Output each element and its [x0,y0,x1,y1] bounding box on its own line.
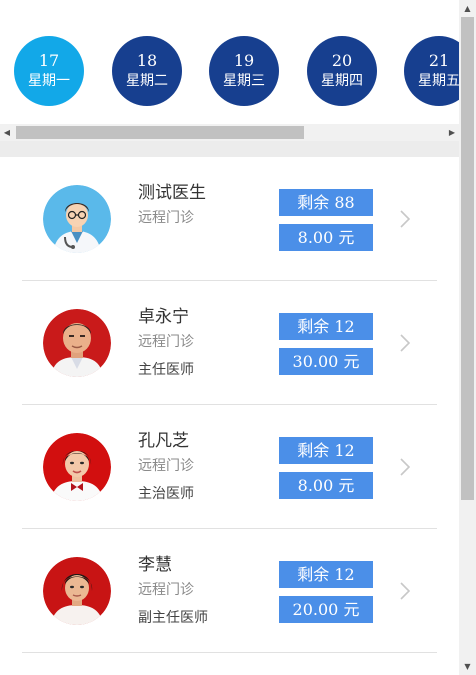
slot-info: 剩余 12 30.00 元 [279,313,373,375]
remaining-badge: 剩余 88 [279,189,373,216]
doctor-row[interactable]: 卓永宁 远程门诊 主任医师 剩余 12 30.00 元 [22,281,437,405]
doctor-department: 远程门诊 [138,458,194,474]
chevron-right-icon[interactable] [399,209,411,229]
date-weekday: 星期五 [418,73,459,89]
date-weekday: 星期四 [321,73,363,89]
doctor-avatar [43,309,111,377]
date-item-20[interactable]: 20 星期四 [307,36,377,106]
date-weekday: 星期一 [28,73,70,89]
doctor-department: 远程门诊 [138,582,194,598]
chevron-right-icon[interactable] [399,457,411,477]
date-day: 19 [233,51,255,70]
remaining-badge: 剩余 12 [279,437,373,464]
doctor-row[interactable]: 孔凡芝 远程门诊 主治医师 剩余 12 8.00 元 [22,405,437,529]
doctor-avatar [43,185,111,253]
doctor-name: 李慧 [138,555,172,575]
doctor-row[interactable]: 李慧 远程门诊 副主任医师 剩余 12 20.00 元 [22,529,437,653]
male-doctor-photo-icon [43,309,111,377]
date-day: 21 [428,51,450,70]
female-doctor-photo-icon [43,557,111,625]
chevron-right-icon[interactable] [399,581,411,601]
section-divider [0,141,459,157]
date-item-17[interactable]: 17 星期一 [14,36,84,106]
scroll-down-icon[interactable]: ▼ [459,658,476,675]
doctor-department: 远程门诊 [138,334,194,350]
remaining-badge: 剩余 12 [279,561,373,588]
schedule-page: 17 星期一 18 星期二 19 星期三 20 星期四 21 星期五 ◀ ▶ 测… [0,0,459,675]
doctor-list: 测试医生 远程门诊 剩余 88 8.00 元 卓永宁 远程门诊 主任医师 剩余 … [0,157,459,653]
remaining-badge: 剩余 12 [279,313,373,340]
date-weekday: 星期二 [126,73,168,89]
doctor-name: 孔凡芝 [138,431,189,451]
date-selector: 17 星期一 18 星期二 19 星期三 20 星期四 21 星期五 [0,0,459,124]
female-doctor-photo-icon [43,433,111,501]
doctor-name: 测试医生 [138,183,206,203]
doctor-row[interactable]: 测试医生 远程门诊 剩余 88 8.00 元 [22,157,437,281]
doctor-name: 卓永宁 [138,307,189,327]
date-day: 17 [38,51,60,70]
slot-info: 剩余 12 20.00 元 [279,561,373,623]
doctor-title: 主治医师 [138,486,194,502]
date-track: 17 星期一 18 星期二 19 星期三 20 星期四 21 星期五 [14,36,459,106]
date-item-18[interactable]: 18 星期二 [112,36,182,106]
vertical-scrollbar[interactable]: ▲ ▼ [459,0,476,675]
slot-info: 剩余 88 8.00 元 [279,189,373,251]
date-weekday: 星期三 [223,73,265,89]
price-badge: 8.00 元 [279,472,373,499]
horizontal-scroll-thumb[interactable] [16,126,304,139]
cartoon-doctor-icon [43,185,111,253]
date-item-21[interactable]: 21 星期五 [404,36,459,106]
price-badge: 30.00 元 [279,348,373,375]
doctor-avatar [43,557,111,625]
slot-info: 剩余 12 8.00 元 [279,437,373,499]
date-day: 18 [136,51,158,70]
date-day: 20 [331,51,353,70]
horizontal-scrollbar[interactable]: ◀ ▶ [0,124,459,141]
doctor-avatar [43,433,111,501]
chevron-right-icon[interactable] [399,333,411,353]
doctor-title: 主任医师 [138,362,194,378]
price-badge: 8.00 元 [279,224,373,251]
scroll-up-icon[interactable]: ▲ [459,0,476,17]
date-item-19[interactable]: 19 星期三 [209,36,279,106]
scroll-left-icon[interactable]: ◀ [0,124,14,141]
vertical-scroll-thumb[interactable] [461,17,474,500]
doctor-department: 远程门诊 [138,210,194,226]
doctor-title: 副主任医师 [138,610,208,626]
scroll-right-icon[interactable]: ▶ [445,124,459,141]
price-badge: 20.00 元 [279,596,373,623]
